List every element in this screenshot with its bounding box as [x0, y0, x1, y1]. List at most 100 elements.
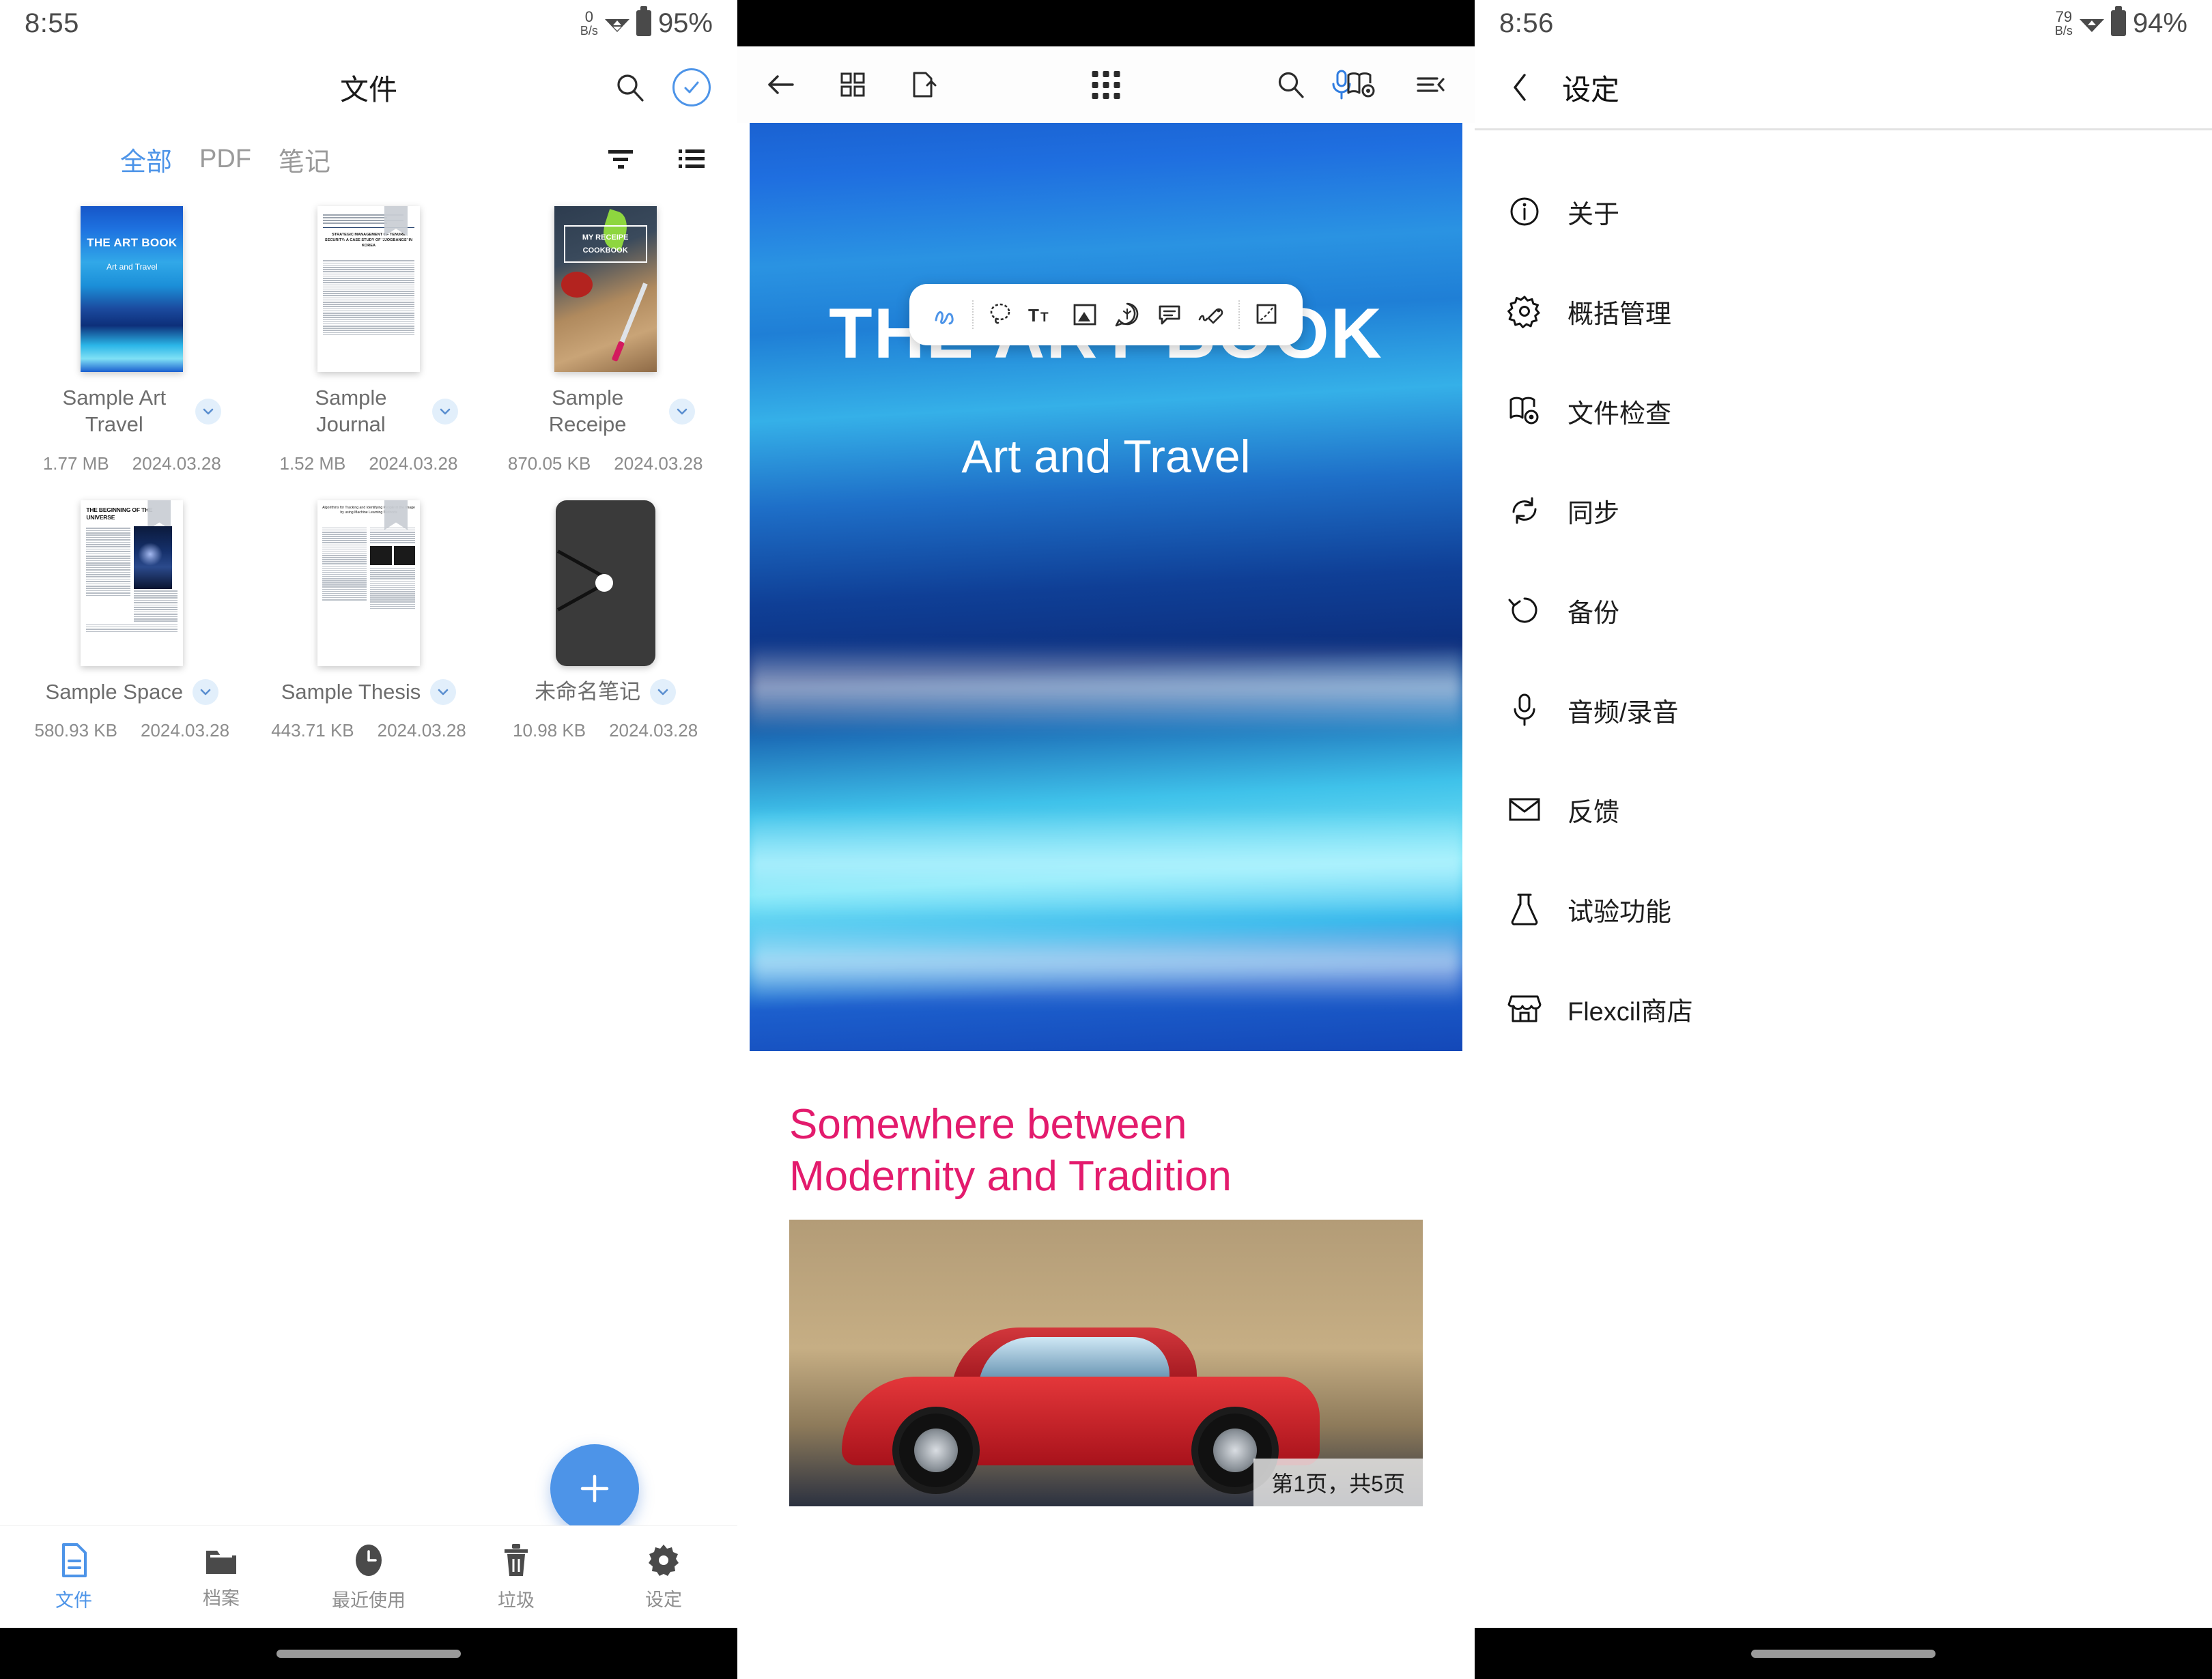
file-card[interactable]: STRATEGIC MANAGEMENT OF TENURE SECURITY:… — [251, 206, 487, 474]
pen-scribble-icon — [931, 301, 961, 328]
viewer-toolbar — [737, 46, 1475, 123]
file-thumbnail[interactable]: THE BEGINNING OF THE UNIVERSE — [58, 500, 205, 670]
file-thumbnail[interactable]: MY RECEIPE COOKBOOK — [532, 206, 679, 375]
nav-item-settings[interactable]: 设定 — [590, 1542, 737, 1611]
setting-item-file-check[interactable]: 文件检查 — [1475, 361, 2212, 461]
sticker-tool-button[interactable] — [1106, 293, 1148, 336]
nav-item-recent[interactable]: 最近使用 — [295, 1542, 442, 1612]
home-gesture-bar[interactable] — [1751, 1649, 1936, 1658]
file-menu-button[interactable] — [650, 678, 677, 705]
file-size: 1.77 MB — [42, 453, 109, 474]
file-card[interactable]: 未命名笔记 10.98 KB 2024.03.28 — [487, 500, 724, 742]
file-thumbnail[interactable]: THE ART BOOK Art and Travel — [58, 206, 205, 375]
net-speed-unit: B/s — [580, 24, 598, 38]
file-card[interactable]: MY RECEIPE COOKBOOK Sample Receipe 870.0… — [487, 206, 724, 474]
wifi-icon — [2078, 13, 2105, 33]
filter-tabs: 全部 PDF 笔记 — [120, 141, 330, 178]
files-header: 文件 — [0, 46, 737, 128]
tab-all[interactable]: 全部 — [120, 141, 172, 178]
file-date: 2024.03.28 — [377, 720, 466, 741]
trash-icon — [500, 1542, 532, 1579]
collapse-panel-button[interactable] — [1409, 63, 1451, 106]
export-button[interactable] — [903, 63, 945, 106]
viewer-search-button[interactable] — [1270, 63, 1312, 106]
setting-item-feedback[interactable]: 反馈 — [1475, 760, 2212, 859]
home-gesture-bar[interactable] — [276, 1649, 461, 1658]
file-card[interactable]: THE BEGINNING OF THE UNIVERSE Sample Spa… — [14, 500, 251, 742]
file-thumbnail[interactable]: Algorithms for Tracking and Identifying … — [295, 500, 442, 670]
pdf-page-1[interactable]: THE ART BOOK Art and Travel — [750, 123, 1462, 1051]
files-panel: 8:55 0 B/s 95% 文件 全部 PDF 笔记 THE ART BOOK… — [0, 0, 737, 1679]
file-name: Sample Thesis — [281, 679, 421, 704]
select-mode-button[interactable] — [670, 66, 713, 109]
add-file-button[interactable] — [550, 1444, 639, 1533]
network-speed-indicator: 79 B/s — [2054, 10, 2073, 38]
file-date: 2024.03.28 — [609, 720, 698, 741]
sort-filter-icon — [606, 145, 636, 173]
setting-item-experimental[interactable]: 试验功能 — [1475, 859, 2212, 959]
file-menu-button[interactable] — [430, 678, 457, 705]
file-card[interactable]: THE ART BOOK Art and Travel Sample Art T… — [14, 206, 251, 474]
setting-item-about[interactable]: 关于 — [1475, 162, 2212, 261]
comment-tool-button[interactable] — [1148, 293, 1191, 336]
file-thumbnail[interactable]: STRATEGIC MANAGEMENT OF TENURE SECURITY:… — [295, 206, 442, 375]
net-speed-unit: B/s — [2054, 24, 2073, 38]
sort-button[interactable] — [599, 138, 642, 180]
battery-icon — [2110, 6, 2126, 36]
nav-item-trash[interactable]: 垃圾 — [442, 1542, 590, 1612]
setting-label: 文件检查 — [1568, 399, 1672, 429]
status-time: 8:55 — [25, 8, 79, 38]
thumb-title: MY RECEIPE — [582, 233, 629, 242]
setting-item-flexcil-store[interactable]: Flexcil商店 — [1475, 959, 2212, 1059]
file-menu-button[interactable] — [193, 678, 219, 705]
pen-tool-button[interactable] — [924, 293, 967, 336]
cover-wave-decoration — [750, 642, 1462, 732]
multi-panel-screen: 8:55 0 B/s 95% 文件 全部 PDF 笔记 THE ART BOOK… — [0, 0, 2212, 1679]
signature-tool-button[interactable] — [1191, 293, 1233, 336]
book-settings-button[interactable] — [1339, 63, 1382, 106]
nav-label: 垃圾 — [498, 1590, 535, 1611]
file-thumbnail[interactable] — [532, 500, 679, 670]
tab-pdf[interactable]: PDF — [199, 145, 251, 174]
thumb-title-box: MY RECEIPE COOKBOOK — [563, 225, 647, 263]
setting-item-general-management[interactable]: 概括管理 — [1475, 261, 2212, 361]
text-tool-button[interactable]: TT — [1021, 293, 1064, 336]
setting-item-backup[interactable]: 备份 — [1475, 560, 2212, 660]
text-format-icon: TT — [1027, 301, 1058, 328]
pdf-page-2[interactable]: Somewhere between Modernity and Traditio… — [750, 1074, 1462, 1507]
file-meta: 443.71 KB 2024.03.28 — [271, 720, 466, 741]
tomato-bowl-decoration — [561, 272, 593, 298]
setting-item-sync[interactable]: 同步 — [1475, 461, 2212, 560]
setting-item-audio-record[interactable]: 音频/录音 — [1475, 660, 2212, 760]
settings-back-button[interactable] — [1499, 66, 1542, 109]
file-menu-button[interactable] — [431, 398, 458, 425]
search-button[interactable] — [609, 66, 651, 109]
chevron-down-icon — [436, 685, 451, 700]
file-card[interactable]: Algorithms for Tracking and Identifying … — [251, 500, 487, 742]
apps-button[interactable] — [1092, 70, 1120, 99]
nav-label: 文件 — [55, 1590, 92, 1611]
lasso-tool-button[interactable] — [979, 293, 1021, 336]
clock-icon — [352, 1542, 386, 1579]
envelope-icon — [1506, 791, 1543, 828]
view-toggle-button[interactable] — [670, 138, 713, 180]
status-indicators: 0 B/s 95% — [580, 6, 713, 39]
file-grid: THE ART BOOK Art and Travel Sample Art T… — [0, 190, 737, 741]
nav-item-archive[interactable]: 档案 — [147, 1544, 295, 1610]
microphone-icon — [1506, 691, 1543, 728]
back-button[interactable] — [761, 63, 803, 106]
store-icon — [1506, 990, 1543, 1027]
galaxy-image — [133, 526, 172, 590]
file-menu-button[interactable] — [195, 398, 222, 425]
thumb-figures — [370, 545, 415, 565]
setting-label: 音频/录音 — [1568, 698, 1679, 728]
thumbnails-button[interactable] — [832, 63, 874, 106]
file-menu-button[interactable] — [668, 398, 695, 425]
shape-tool-button[interactable] — [1245, 293, 1288, 336]
image-tool-button[interactable] — [1064, 293, 1106, 336]
file-name-row: Sample Thesis — [251, 678, 487, 706]
heading-line-1: Somewhere between — [789, 1101, 1187, 1148]
tab-notes[interactable]: 笔记 — [279, 141, 330, 178]
nav-item-files[interactable]: 文件 — [0, 1542, 147, 1612]
annotation-toolbar: TT — [909, 284, 1303, 345]
